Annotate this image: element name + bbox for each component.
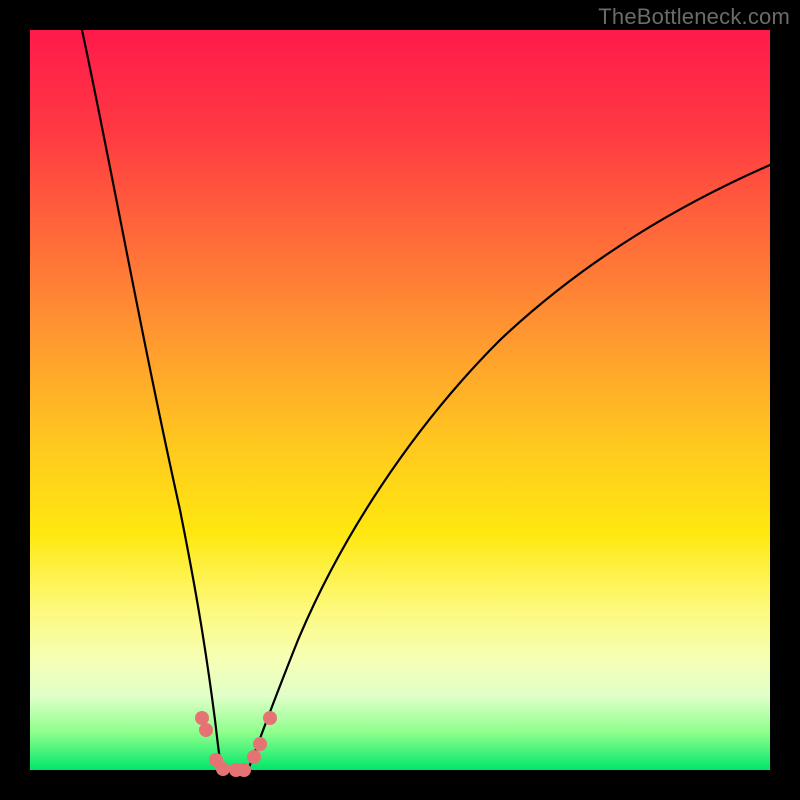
- marker-dots: [195, 711, 277, 777]
- marker-dot: [195, 711, 209, 725]
- marker-dot: [216, 762, 230, 776]
- bottleneck-left-curve: [82, 30, 222, 770]
- marker-dot: [263, 711, 277, 725]
- bottleneck-right-curve: [248, 165, 770, 770]
- marker-dot: [237, 763, 251, 777]
- marker-dot: [247, 750, 261, 764]
- chart-frame: TheBottleneck.com: [0, 0, 800, 800]
- watermark-text: TheBottleneck.com: [598, 4, 790, 30]
- marker-dot: [199, 723, 213, 737]
- curve-layer: [30, 30, 770, 770]
- marker-dot: [253, 737, 267, 751]
- plot-area: [30, 30, 770, 770]
